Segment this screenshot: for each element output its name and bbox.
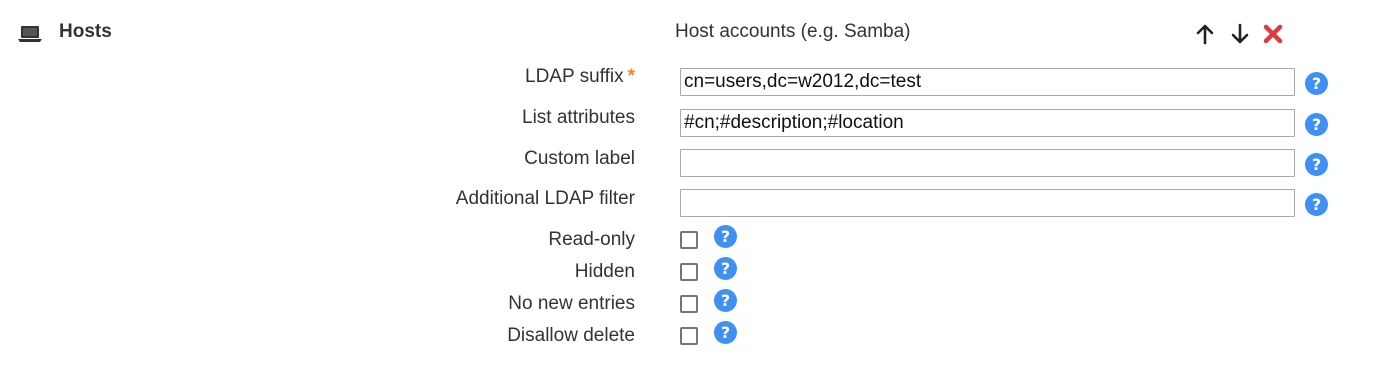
custom-label-label: Custom label bbox=[524, 148, 635, 169]
laptop-icon bbox=[18, 24, 42, 44]
read-only-checkbox[interactable] bbox=[680, 231, 698, 249]
ldap-suffix-label-text: LDAP suffix bbox=[525, 66, 624, 87]
no-new-entries-label: No new entries bbox=[508, 293, 635, 314]
disallow-delete-label: Disallow delete bbox=[507, 325, 635, 346]
ldap-suffix-input[interactable] bbox=[680, 68, 1295, 96]
hidden-checkbox[interactable] bbox=[680, 263, 698, 281]
arrow-down-icon[interactable] bbox=[1229, 23, 1251, 45]
list-attributes-label: List attributes bbox=[522, 107, 635, 128]
help-icon[interactable]: ? bbox=[1305, 72, 1328, 95]
account-type-label: Host accounts (e.g. Samba) bbox=[675, 21, 911, 42]
help-icon[interactable]: ? bbox=[1305, 193, 1328, 216]
arrow-up-icon[interactable] bbox=[1194, 23, 1216, 45]
list-attributes-input[interactable] bbox=[680, 109, 1295, 137]
help-icon[interactable]: ? bbox=[1305, 113, 1328, 136]
help-icon[interactable]: ? bbox=[1305, 153, 1328, 176]
no-new-entries-checkbox[interactable] bbox=[680, 295, 698, 313]
hidden-label: Hidden bbox=[574, 261, 635, 282]
ldap-filter-label: Additional LDAP filter bbox=[455, 188, 635, 209]
help-icon[interactable]: ? bbox=[714, 225, 737, 248]
disallow-delete-checkbox[interactable] bbox=[680, 327, 698, 345]
help-icon[interactable]: ? bbox=[714, 257, 737, 280]
help-icon[interactable]: ? bbox=[714, 321, 737, 344]
remove-icon[interactable] bbox=[1262, 23, 1284, 45]
ldap-filter-input[interactable] bbox=[680, 189, 1295, 217]
required-marker: * bbox=[627, 66, 635, 87]
help-icon[interactable]: ? bbox=[714, 289, 737, 312]
custom-label-input[interactable] bbox=[680, 149, 1295, 177]
ldap-suffix-label: LDAP suffix * bbox=[525, 66, 635, 88]
read-only-label: Read-only bbox=[548, 229, 635, 250]
section-title: Hosts bbox=[59, 21, 112, 42]
